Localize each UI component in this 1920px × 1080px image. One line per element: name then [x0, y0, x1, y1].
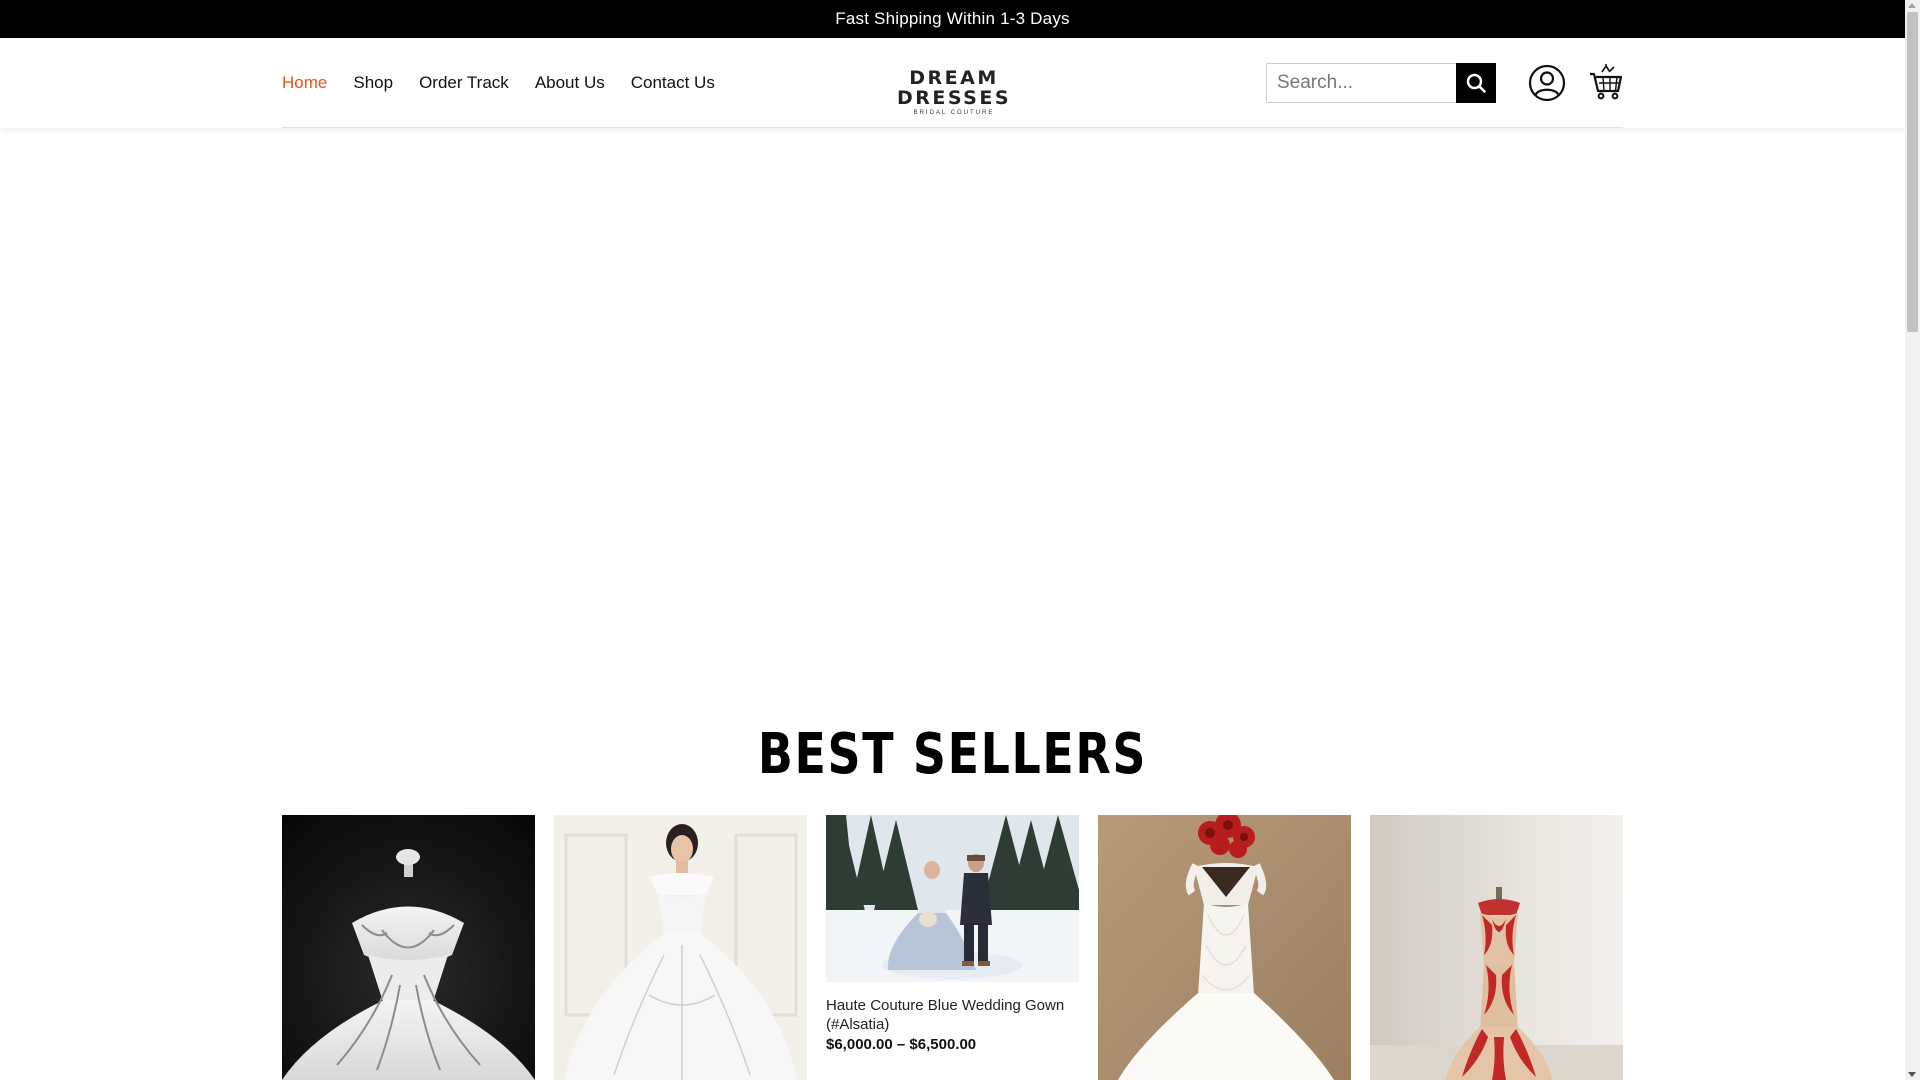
product-image[interactable]: [1098, 815, 1351, 1080]
product-photo: [826, 815, 1079, 982]
nav-item-contact-us[interactable]: Contact Us: [631, 73, 715, 93]
search-button[interactable]: [1456, 63, 1496, 103]
search-input[interactable]: [1266, 63, 1456, 103]
product-photo: [1370, 815, 1623, 1080]
scrollbar-thumb[interactable]: [1907, 12, 1918, 332]
product-photo: [554, 815, 807, 1080]
best-sellers-title: BEST SELLERS: [757, 722, 1148, 787]
product-card[interactable]: [282, 815, 535, 1080]
product-image[interactable]: [826, 815, 1079, 982]
nav-item-home[interactable]: Home: [282, 73, 327, 93]
product-card[interactable]: Haute Couture Blue Wedding Gown (#Alsati…: [826, 815, 1079, 1053]
announcement-text: Fast Shipping Within 1-3 Days: [835, 9, 1070, 28]
product-photo: [282, 815, 535, 1080]
product-price: $6,000.00 – $6,500.00: [826, 1036, 977, 1053]
search-form: [1266, 63, 1496, 103]
main-nav: Home Shop Order Track About Us Contact U…: [282, 38, 715, 128]
scroll-up-arrow-icon[interactable]: [1908, 3, 1916, 8]
user-icon: [1528, 64, 1566, 102]
product-image[interactable]: [1370, 815, 1623, 1080]
product-photo: [1098, 815, 1351, 1080]
header-divider: [282, 127, 1623, 128]
product-card[interactable]: [1098, 815, 1351, 1080]
best-sellers-grid: Haute Couture Blue Wedding Gown (#Alsati…: [282, 815, 1623, 1080]
product-card[interactable]: [1370, 815, 1623, 1080]
site-logo[interactable]: DREAM DRESSES BRIDAL COUTURE: [864, 68, 1044, 116]
nav-item-about-us[interactable]: About Us: [535, 73, 605, 93]
product-image[interactable]: [282, 815, 535, 1080]
page: Fast Shipping Within 1-3 Days Home Shop …: [0, 0, 1920, 1080]
search-icon: [1466, 73, 1486, 93]
product-image[interactable]: [554, 815, 807, 1080]
logo-sub-text: BRIDAL COUTURE: [913, 110, 995, 116]
cart-icon: [1590, 64, 1623, 100]
announcement-bar: Fast Shipping Within 1-3 Days: [0, 0, 1905, 38]
cart-button[interactable]: [1588, 62, 1624, 102]
nav-item-order-track[interactable]: Order Track: [419, 73, 509, 93]
product-card[interactable]: [554, 815, 807, 1080]
site-header: Home Shop Order Track About Us Contact U…: [0, 38, 1905, 128]
account-button[interactable]: [1528, 64, 1566, 102]
page-scrollbar[interactable]: [1905, 0, 1920, 1080]
product-name[interactable]: Haute Couture Blue Wedding Gown (#Alsati…: [826, 996, 1079, 1034]
scroll-down-arrow-icon[interactable]: [1908, 1072, 1916, 1077]
nav-item-shop[interactable]: Shop: [353, 73, 393, 93]
logo-main-text: DREAM DRESSES: [896, 67, 1012, 109]
